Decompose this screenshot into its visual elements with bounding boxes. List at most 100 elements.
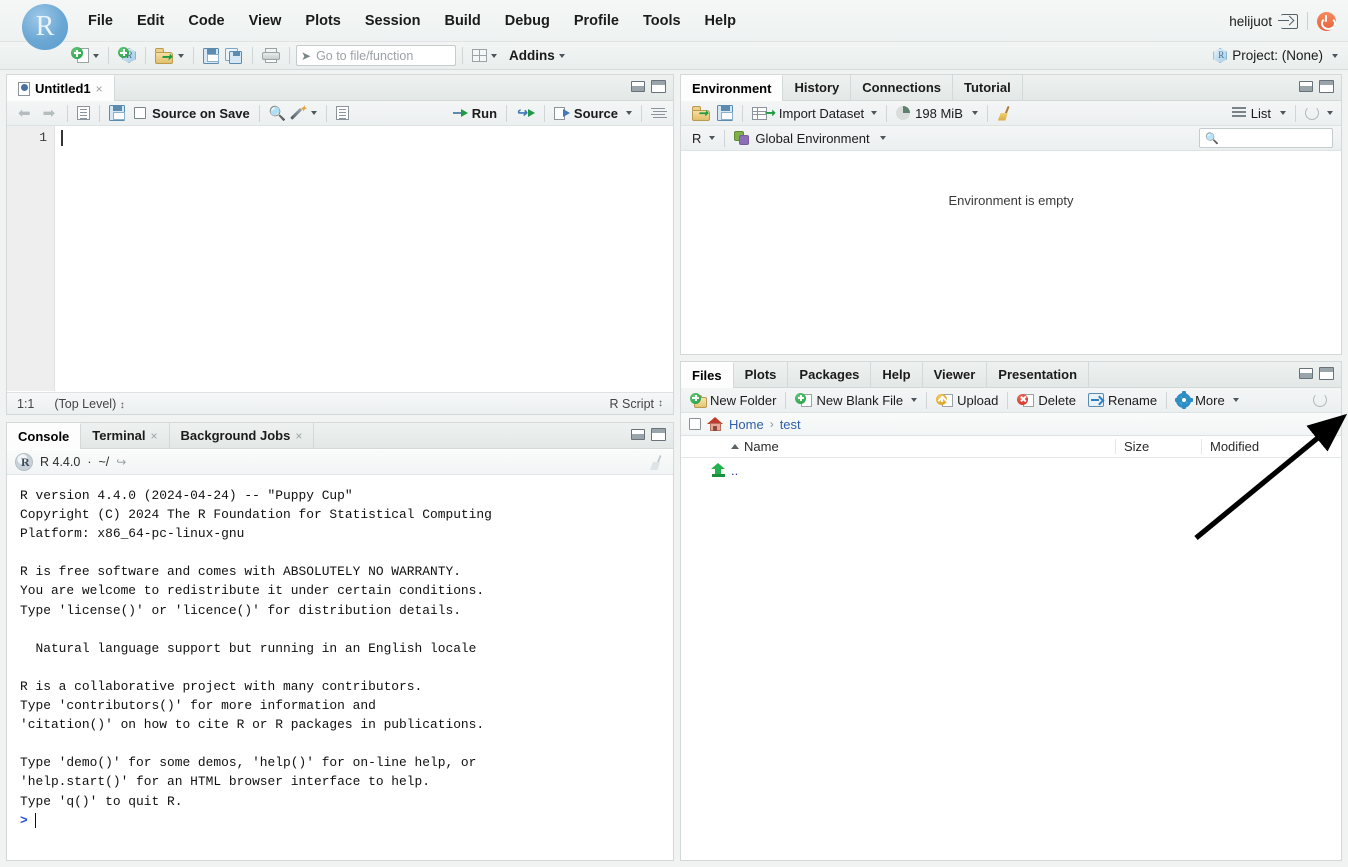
menu-plots[interactable]: Plots — [293, 10, 352, 32]
chevron-down-icon[interactable] — [559, 54, 565, 58]
back-button[interactable]: ⬅ — [12, 102, 37, 124]
console-output[interactable]: R version 4.4.0 (2024-04-24) -- "Puppy C… — [7, 475, 673, 860]
tab-environment[interactable]: Environment — [681, 75, 783, 101]
source-button[interactable]: Source — [551, 102, 635, 124]
rename-button[interactable]: Rename — [1085, 389, 1160, 411]
editor-text-area[interactable] — [55, 126, 673, 391]
breadcrumb-home[interactable]: Home — [729, 417, 764, 432]
sign-out-icon[interactable] — [1281, 14, 1298, 29]
header-name-col[interactable]: Name — [731, 439, 1115, 454]
clear-environment-button[interactable] — [994, 102, 1016, 124]
row-name-cell[interactable]: .. — [731, 463, 738, 478]
chevron-down-icon[interactable] — [709, 136, 715, 140]
chevron-down-icon[interactable] — [1233, 398, 1239, 402]
menu-help[interactable]: Help — [693, 10, 748, 32]
close-icon[interactable]: × — [96, 82, 103, 96]
goto-file-function-input[interactable]: ➤ Go to file/function — [296, 45, 456, 66]
quit-session-icon[interactable] — [1317, 12, 1336, 31]
tab-connections[interactable]: Connections — [851, 75, 953, 100]
show-document-outline-button[interactable] — [648, 102, 668, 124]
chevron-down-icon[interactable] — [972, 111, 978, 115]
clear-console-icon[interactable] — [649, 455, 665, 470]
more-button[interactable]: More — [1173, 389, 1242, 411]
editor-body[interactable]: 1 — [7, 126, 673, 391]
home-icon[interactable] — [707, 417, 723, 431]
chevron-down-icon[interactable] — [311, 111, 317, 115]
pane-layout-button[interactable] — [469, 45, 500, 67]
header-size-col[interactable]: Size — [1115, 439, 1201, 454]
save-button[interactable] — [200, 45, 222, 67]
source-tab-untitled1[interactable]: Untitled1 × — [7, 75, 115, 101]
upload-button[interactable]: Upload — [933, 389, 1001, 411]
delete-button[interactable]: Delete — [1014, 389, 1079, 411]
open-file-button[interactable]: ➞ — [152, 45, 187, 67]
save-workspace-button[interactable] — [714, 102, 736, 124]
forward-button[interactable]: ➡ — [37, 102, 62, 124]
tab-tutorial[interactable]: Tutorial — [953, 75, 1023, 100]
maximize-icon[interactable] — [651, 428, 666, 441]
tab-presentation[interactable]: Presentation — [987, 362, 1089, 387]
minimize-icon[interactable] — [631, 429, 645, 440]
new-project-button[interactable]: R — [115, 45, 139, 67]
select-all-checkbox[interactable] — [689, 418, 701, 430]
minimize-icon[interactable] — [631, 81, 645, 92]
load-workspace-button[interactable]: ➞ — [689, 102, 714, 124]
refresh-environment-button[interactable] — [1302, 102, 1336, 124]
maximize-icon[interactable] — [1319, 367, 1334, 380]
maximize-icon[interactable] — [1319, 80, 1334, 93]
new-file-button[interactable] — [68, 45, 102, 67]
menu-tools[interactable]: Tools — [631, 10, 693, 32]
code-tools-button[interactable]: ✦ — [289, 102, 320, 124]
updown-icon[interactable]: ↕ — [658, 399, 663, 409]
header-modified-col[interactable]: Modified — [1201, 439, 1341, 454]
menu-profile[interactable]: Profile — [562, 10, 631, 32]
environment-scope-selector[interactable]: Global Environment — [731, 127, 888, 149]
memory-usage-button[interactable]: 198 MiB — [893, 102, 981, 124]
compile-report-button[interactable] — [333, 102, 352, 124]
working-directory-label[interactable]: ~/ — [98, 455, 109, 469]
menu-code[interactable]: Code — [176, 10, 236, 32]
maximize-icon[interactable] — [651, 80, 666, 93]
console-prompt-line[interactable]: > — [20, 811, 673, 830]
print-button[interactable] — [259, 45, 283, 67]
tab-terminal[interactable]: Terminal × — [81, 423, 169, 448]
file-type-selector[interactable]: R Script ↕ — [610, 397, 673, 411]
environment-search-input[interactable]: 🔍 — [1199, 128, 1333, 148]
run-button[interactable]: Run — [450, 102, 500, 124]
minimize-icon[interactable] — [1299, 81, 1313, 92]
files-overflow-menu-button[interactable]: ... — [1320, 417, 1335, 431]
project-selector[interactable]: R Project: (None) — [1213, 48, 1338, 63]
chevron-down-icon[interactable] — [871, 111, 877, 115]
menu-file[interactable]: File — [76, 10, 125, 32]
breadcrumb-test[interactable]: test — [780, 417, 801, 432]
checkbox-icon[interactable] — [134, 107, 146, 119]
view-mode-button[interactable]: List — [1229, 102, 1289, 124]
scope-selector[interactable]: (Top Level) ↕ — [44, 397, 134, 411]
table-row[interactable]: .. — [681, 458, 1341, 482]
chevron-down-icon[interactable] — [1327, 111, 1333, 115]
chevron-down-icon[interactable] — [626, 111, 632, 115]
menu-view[interactable]: View — [237, 10, 294, 32]
show-in-new-window-button[interactable] — [74, 102, 93, 124]
import-dataset-button[interactable]: ➞ Import Dataset — [749, 102, 880, 124]
chevron-down-icon[interactable] — [93, 54, 99, 58]
menu-debug[interactable]: Debug — [493, 10, 562, 32]
refresh-files-button[interactable] — [1310, 389, 1330, 411]
open-in-files-icon[interactable]: ↪ — [116, 455, 126, 469]
save-all-button[interactable] — [222, 45, 246, 67]
menu-build[interactable]: Build — [432, 10, 492, 32]
minimize-icon[interactable] — [1299, 368, 1313, 379]
tab-packages[interactable]: Packages — [788, 362, 871, 387]
chevron-down-icon[interactable] — [1280, 111, 1286, 115]
new-folder-button[interactable]: New Folder — [687, 389, 779, 411]
source-on-save-checkbox[interactable]: Source on Save — [128, 102, 253, 124]
tab-help[interactable]: Help — [871, 362, 922, 387]
rerun-button[interactable]: ↪ — [513, 102, 538, 124]
tab-history[interactable]: History — [783, 75, 851, 100]
tab-plots[interactable]: Plots — [734, 362, 789, 387]
chevron-down-icon[interactable] — [880, 136, 886, 140]
chevron-down-icon[interactable] — [911, 398, 917, 402]
menu-session[interactable]: Session — [353, 10, 433, 32]
save-document-button[interactable] — [106, 102, 128, 124]
language-selector[interactable]: R — [689, 127, 718, 149]
